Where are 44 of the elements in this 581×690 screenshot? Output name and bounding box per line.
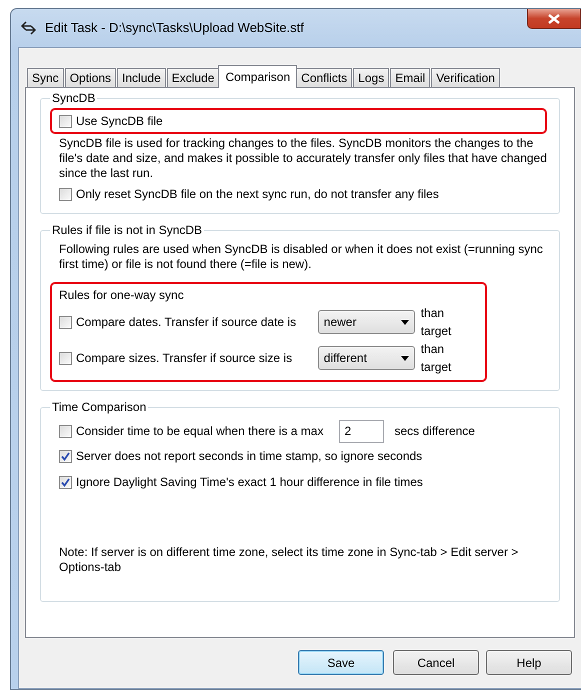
tab[interactable]: Comparison: [218, 65, 298, 88]
subgroup-title: Rules for one-way sync: [59, 287, 185, 304]
suffix-text: secs difference: [394, 423, 475, 440]
checkbox-label: Use SyncDB file: [76, 113, 163, 130]
tab[interactable]: Verification: [431, 68, 500, 88]
description-text: SyncDB file is used for tracking changes to the files. SyncDB monitors the changes to the file's date and size, and makes it possible to accurately transfer only files that have changed since the last run.: [59, 136, 547, 181]
dropdown[interactable]: different: [318, 346, 415, 370]
tab[interactable]: Exclude: [166, 68, 220, 88]
checkbox[interactable]: [59, 316, 72, 328]
checkbox-label: Consider time to be equal when there is a max: [76, 423, 324, 440]
tab[interactable]: Conflicts: [296, 68, 352, 88]
close-button[interactable]: [527, 9, 581, 29]
checkbox-label: Only reset SyncDB file on the next sync run, do not transfer any files: [76, 186, 439, 203]
checkbox-label: Compare sizes. Transfer if source size is: [76, 350, 294, 367]
tab[interactable]: Logs: [353, 68, 390, 88]
note-text: Note: If server is on different time zone, select its time zone in Sync-tab > Edit server > Options-tab: [59, 545, 520, 575]
description-text: Following rules are used when SyncDB is disabled or when it does not exist (=running sync first time) or file is not found there (=file is new).: [59, 242, 544, 272]
checkbox-label: Server does not report seconds in time stamp, so ignore seconds: [76, 448, 422, 465]
tab[interactable]: Sync: [27, 68, 64, 88]
tab[interactable]: Include: [117, 68, 166, 88]
checkbox-label: Ignore Daylight Saving Time's exact 1 hour difference in file times: [76, 474, 423, 491]
checkbox[interactable]: [59, 450, 72, 462]
checkbox[interactable]: [59, 424, 72, 438]
dropdown-caret-icon: [400, 320, 409, 324]
close-icon: [548, 14, 560, 24]
tab[interactable]: Email: [390, 68, 430, 88]
dropdown[interactable]: newer: [318, 310, 415, 334]
dialog-button[interactable]: Save: [298, 650, 384, 675]
checkbox[interactable]: [59, 188, 72, 200]
window-title: Edit Task - D:\sync\Tasks\Upload WebSite.stf: [45, 19, 304, 38]
group-title: Time Comparison: [50, 400, 148, 414]
checkbox[interactable]: [59, 352, 72, 364]
suffix-text: than target: [420, 341, 452, 376]
checkbox[interactable]: [59, 476, 72, 488]
dialog-button[interactable]: Help: [486, 650, 572, 675]
checkbox[interactable]: [59, 114, 72, 128]
dialog-button[interactable]: Cancel: [393, 650, 479, 675]
tab[interactable]: Options: [64, 68, 116, 88]
number-field[interactable]: 2: [339, 420, 384, 442]
group-title: SyncDB: [50, 91, 98, 105]
group-title: Rules if file is not in SyncDB: [50, 223, 204, 237]
sync-arrows-icon: [20, 20, 37, 36]
checkbox-label: Compare dates. Transfer if source date is: [76, 314, 298, 331]
dropdown-caret-icon: [400, 356, 409, 360]
